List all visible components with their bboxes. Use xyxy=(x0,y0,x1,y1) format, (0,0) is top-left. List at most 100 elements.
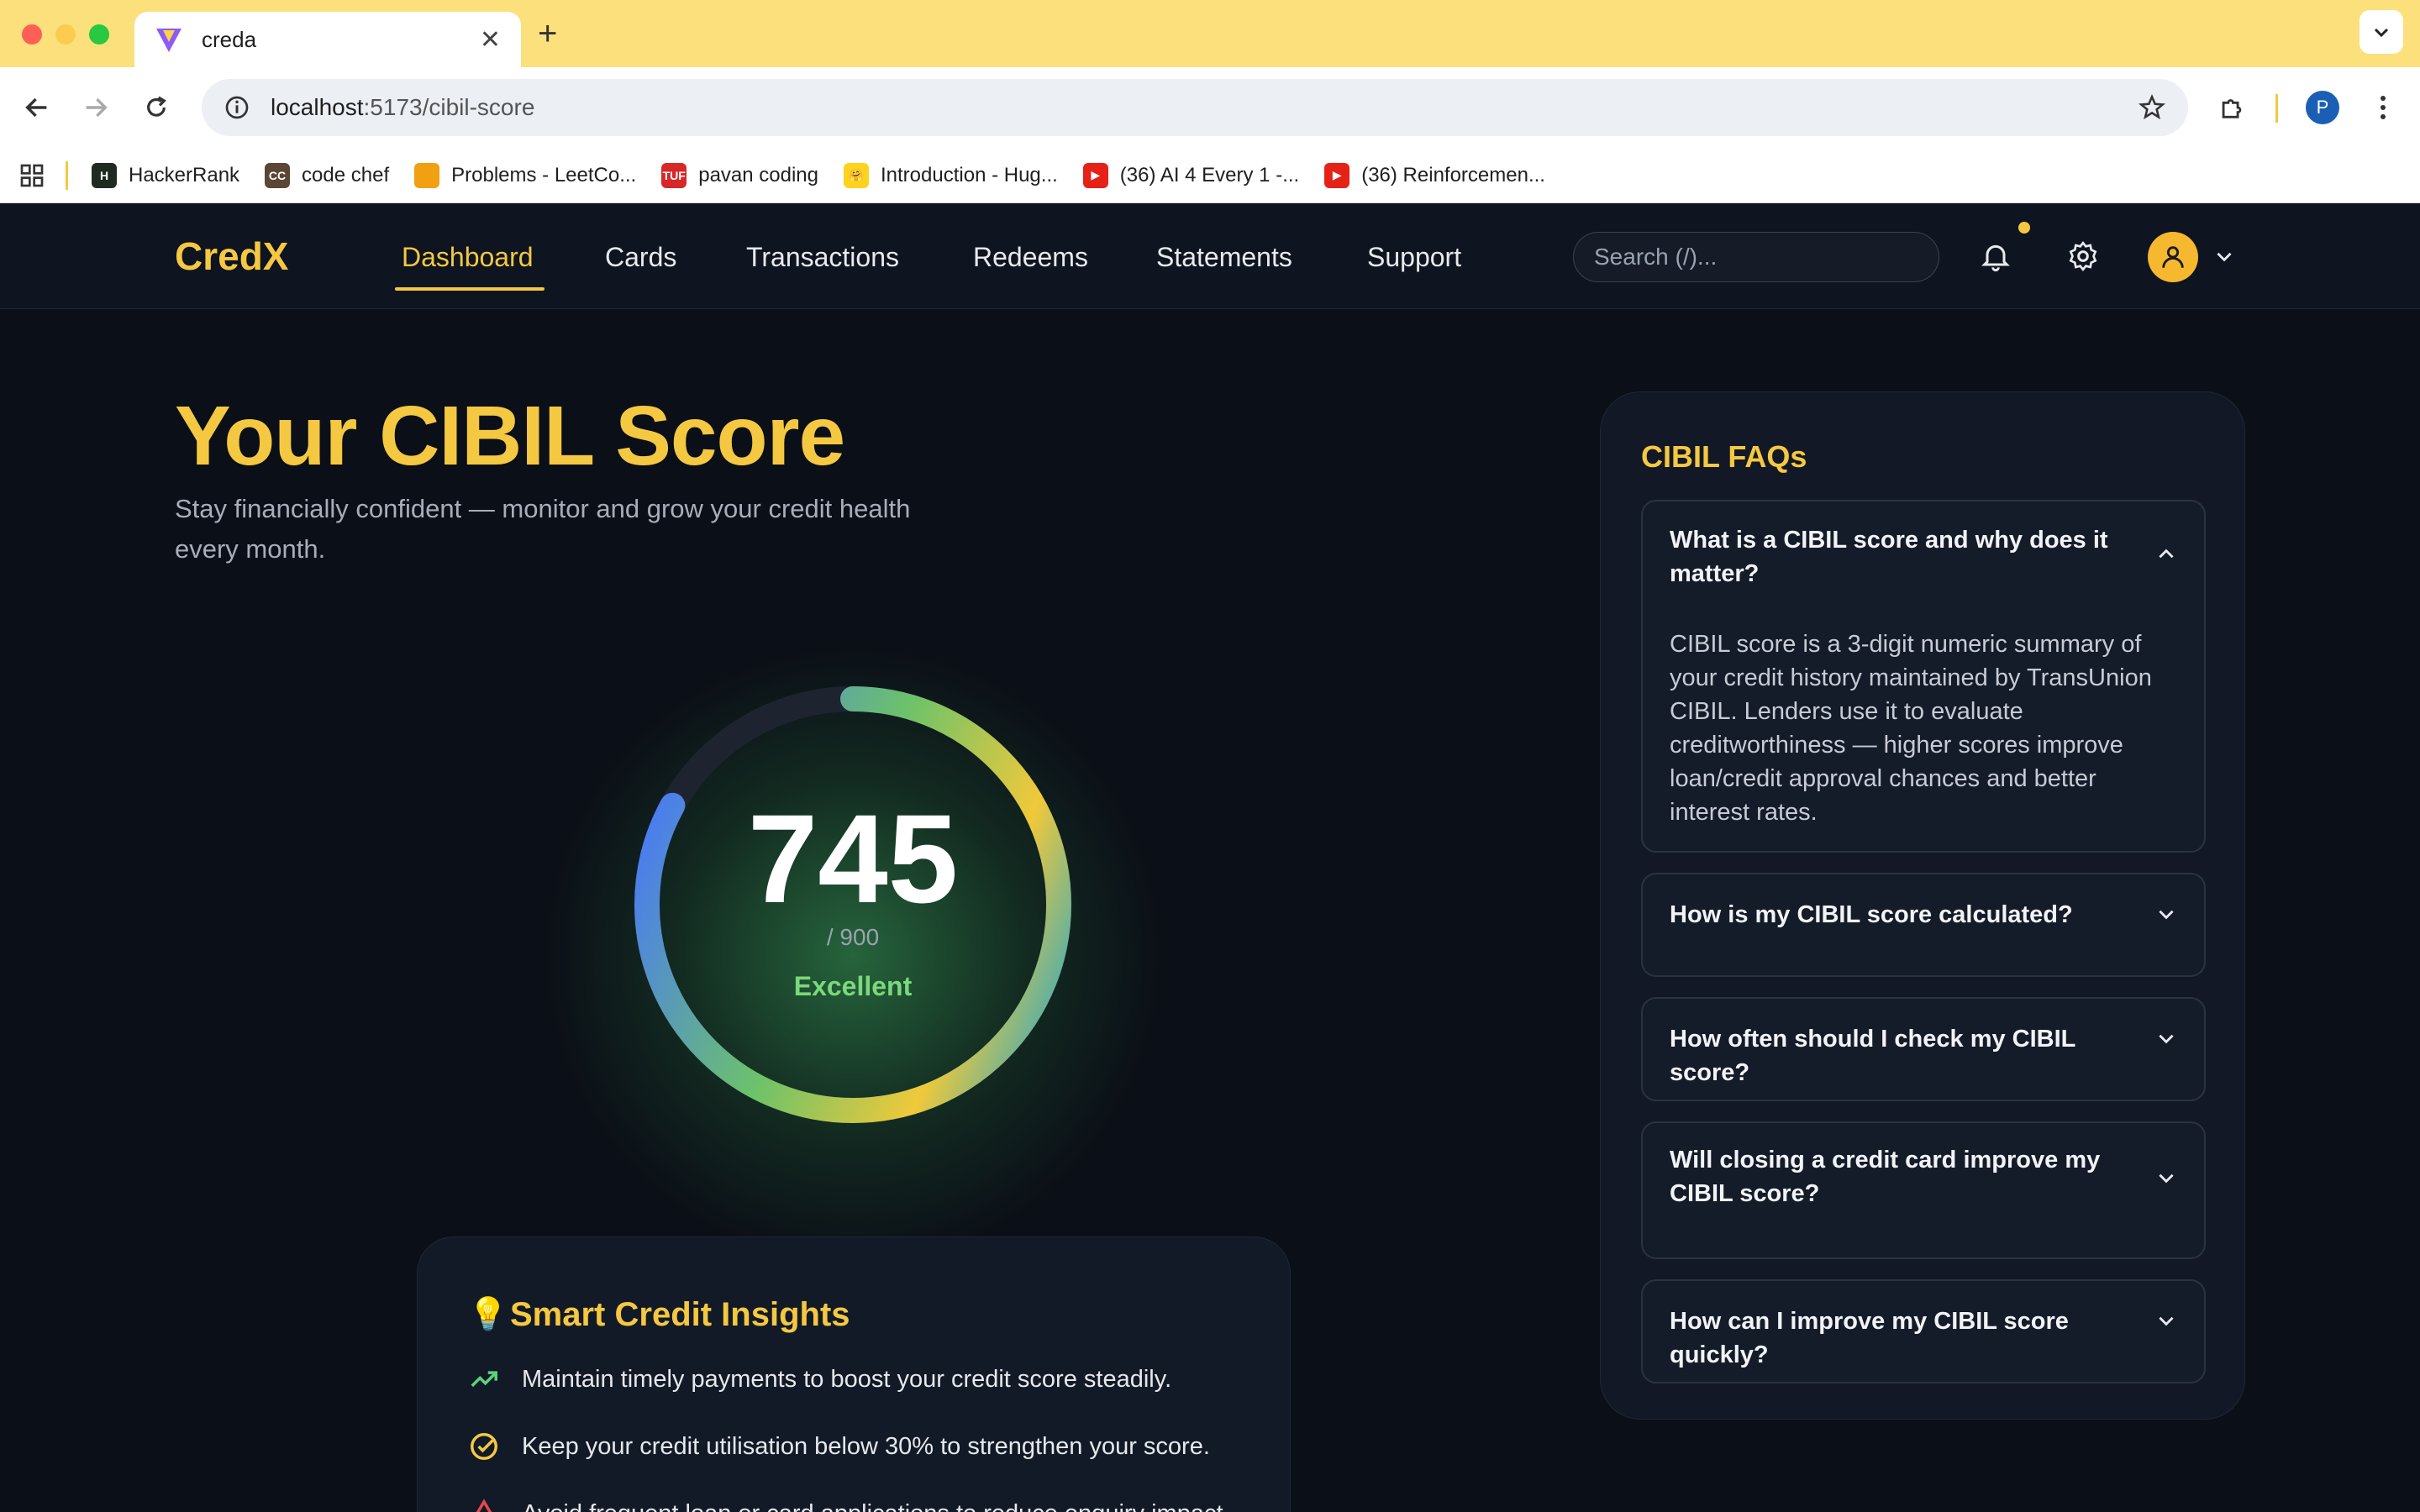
profile-button[interactable]: P xyxy=(2302,87,2343,128)
nav-support[interactable]: Support xyxy=(1367,242,1461,273)
url-path: :5173/cibil-score xyxy=(363,94,535,120)
bookmark-item[interactable]: CC code chef xyxy=(265,162,390,188)
score-max: / 900 xyxy=(826,924,880,950)
bookmark-item[interactable]: ▶ (36) AI 4 Every 1 -... xyxy=(1082,162,1300,188)
brand-logo[interactable]: CredX xyxy=(175,234,288,279)
faq-panel: CIBIL FAQs What is a CIBIL score and why… xyxy=(1600,391,2245,1420)
browser-tab-active[interactable]: creda ✕ xyxy=(134,12,521,67)
reload-button[interactable] xyxy=(136,87,176,128)
vite-logo-icon xyxy=(156,29,182,52)
faq-item[interactable]: How is my CIBIL score calculated? xyxy=(1641,873,2206,977)
faq-question[interactable]: How can I improve my CIBIL score quickly… xyxy=(1670,1305,2140,1372)
browser-toolbar: localhost:5173/cibil-score P xyxy=(0,67,2420,148)
bookmark-label: (36) Reinforcemen... xyxy=(1361,163,1545,186)
faq-item[interactable]: What is a CIBIL score and why does it ma… xyxy=(1641,500,2206,853)
bookmark-label: (36) AI 4 Every 1 -... xyxy=(1119,163,1300,186)
insight-text: Maintain timely payments to boost your c… xyxy=(522,1365,1172,1393)
insight-item: Avoid frequent loan or card applications… xyxy=(468,1498,1230,1512)
gear-icon xyxy=(2069,241,2097,271)
faq-question[interactable]: Will closing a credit card improve my CI… xyxy=(1670,1143,2140,1210)
bookmark-label: HackerRank xyxy=(129,163,240,186)
bookmark-item[interactable]: Problems - LeetCo... xyxy=(414,162,637,188)
faq-question[interactable]: What is a CIBIL score and why does it ma… xyxy=(1670,523,2140,591)
chevron-up-icon[interactable] xyxy=(2154,542,2179,567)
user-menu-toggle[interactable] xyxy=(2203,235,2245,277)
search-input[interactable] xyxy=(1573,232,1939,282)
chevron-down-icon xyxy=(2374,28,2389,38)
site-info-icon xyxy=(225,96,249,119)
nav-transactions[interactable]: Transactions xyxy=(746,242,899,273)
settings-button[interactable] xyxy=(2062,235,2104,277)
faq-question[interactable]: How often should I check my CIBIL score? xyxy=(1670,1022,2140,1089)
score-rating: Excellent xyxy=(793,971,913,1001)
notifications-button[interactable] xyxy=(1975,235,2017,277)
puzzle-icon xyxy=(2222,99,2242,118)
chevron-down-icon[interactable] xyxy=(2154,901,2179,927)
chevron-down-icon[interactable] xyxy=(2154,1026,2179,1051)
bookmarks-divider xyxy=(66,160,68,190)
faq-title: CIBIL FAQs xyxy=(1641,439,1807,474)
url-host: localhost xyxy=(271,94,364,120)
chevron-down-icon[interactable] xyxy=(2154,1165,2179,1190)
star-bookmark-icon[interactable] xyxy=(2138,93,2166,122)
back-button[interactable] xyxy=(17,87,57,128)
check-circle-icon xyxy=(471,1433,497,1460)
top-navbar: CredX Dashboard Cards Transactions Redee… xyxy=(0,203,2420,309)
bookmark-label: Problems - LeetCo... xyxy=(451,163,637,186)
smart-insights-card: 💡 Smart Credit Insights Maintain timely … xyxy=(417,1236,1291,1512)
page-title: Your CIBIL Score xyxy=(175,389,845,483)
page-subtitle: Stay financially confident — monitor and… xyxy=(175,494,911,564)
nav-statements[interactable]: Statements xyxy=(1156,242,1292,273)
bookmarks-bar: H HackerRank CC code chef Problems - LeetCo.… xyxy=(0,148,2420,203)
nav-active-underline xyxy=(395,287,544,291)
extensions-button[interactable] xyxy=(2212,87,2252,128)
bookmark-favicon-icon: TUF xyxy=(661,162,687,188)
nav-dashboard[interactable]: Dashboard xyxy=(402,242,534,273)
new-tab-button[interactable]: + xyxy=(538,15,557,52)
user-avatar[interactable] xyxy=(2148,232,2198,282)
forward-button[interactable] xyxy=(76,87,116,128)
insight-text: Avoid frequent loan or card applications… xyxy=(522,1500,1230,1512)
nav-cards[interactable]: Cards xyxy=(605,242,676,273)
toolbar-divider xyxy=(2275,94,2278,123)
faq-item[interactable]: How often should I check my CIBIL score? xyxy=(1641,997,2206,1101)
faq-item[interactable]: How can I improve my CIBIL score quickly… xyxy=(1641,1279,2206,1383)
bell-icon xyxy=(1981,244,2010,272)
arrow-left-icon xyxy=(25,97,47,118)
notification-dot xyxy=(2018,222,2030,234)
url-text[interactable]: localhost:5173/cibil-score xyxy=(271,94,2138,121)
close-window-button[interactable] xyxy=(22,24,42,45)
tab-search-button[interactable] xyxy=(2360,10,2403,54)
faq-question[interactable]: How is my CIBIL score calculated? xyxy=(1670,898,2140,932)
bookmark-item[interactable]: H HackerRank xyxy=(92,162,240,188)
lightbulb-icon: 💡 xyxy=(468,1297,508,1332)
chevron-down-icon[interactable] xyxy=(2154,1308,2179,1333)
chevron-down-icon xyxy=(2217,252,2232,262)
address-bar[interactable]: localhost:5173/cibil-score xyxy=(202,79,2188,136)
alert-icon xyxy=(476,1499,492,1512)
bookmark-item[interactable]: ▶ (36) Reinforcemen... xyxy=(1324,162,1545,188)
bookmark-favicon-icon: 🤗 xyxy=(844,162,869,188)
bookmark-item[interactable]: 🤗 Introduction - Hug... xyxy=(844,162,1058,188)
arrow-right-icon xyxy=(86,97,108,118)
bookmark-label: pavan coding xyxy=(698,163,818,186)
score-value: 745 xyxy=(747,788,959,929)
trending-up-icon xyxy=(471,1371,497,1388)
bookmark-item[interactable]: TUF pavan coding xyxy=(661,162,818,188)
apps-grid-icon[interactable] xyxy=(18,162,45,189)
profile-avatar: P xyxy=(2306,91,2339,124)
bookmark-favicon-icon: ▶ xyxy=(1082,162,1108,188)
insight-item: Maintain timely payments to boost your c… xyxy=(468,1363,1171,1395)
insights-title: Smart Credit Insights xyxy=(510,1296,850,1333)
minimize-window-button[interactable] xyxy=(55,24,76,45)
nav-redeems[interactable]: Redeems xyxy=(973,242,1088,273)
tab-close-icon[interactable]: ✕ xyxy=(480,25,501,55)
more-vertical-icon xyxy=(2381,96,2386,119)
bookmark-label: code chef xyxy=(302,163,390,186)
browser-tabstrip: creda ✕ + xyxy=(0,0,2420,67)
tab-title: creda xyxy=(202,26,257,52)
maximize-window-button[interactable] xyxy=(89,24,109,45)
browser-menu-button[interactable] xyxy=(2363,87,2403,128)
faq-item[interactable]: Will closing a credit card improve my CI… xyxy=(1641,1121,2206,1259)
user-icon xyxy=(2162,246,2184,268)
